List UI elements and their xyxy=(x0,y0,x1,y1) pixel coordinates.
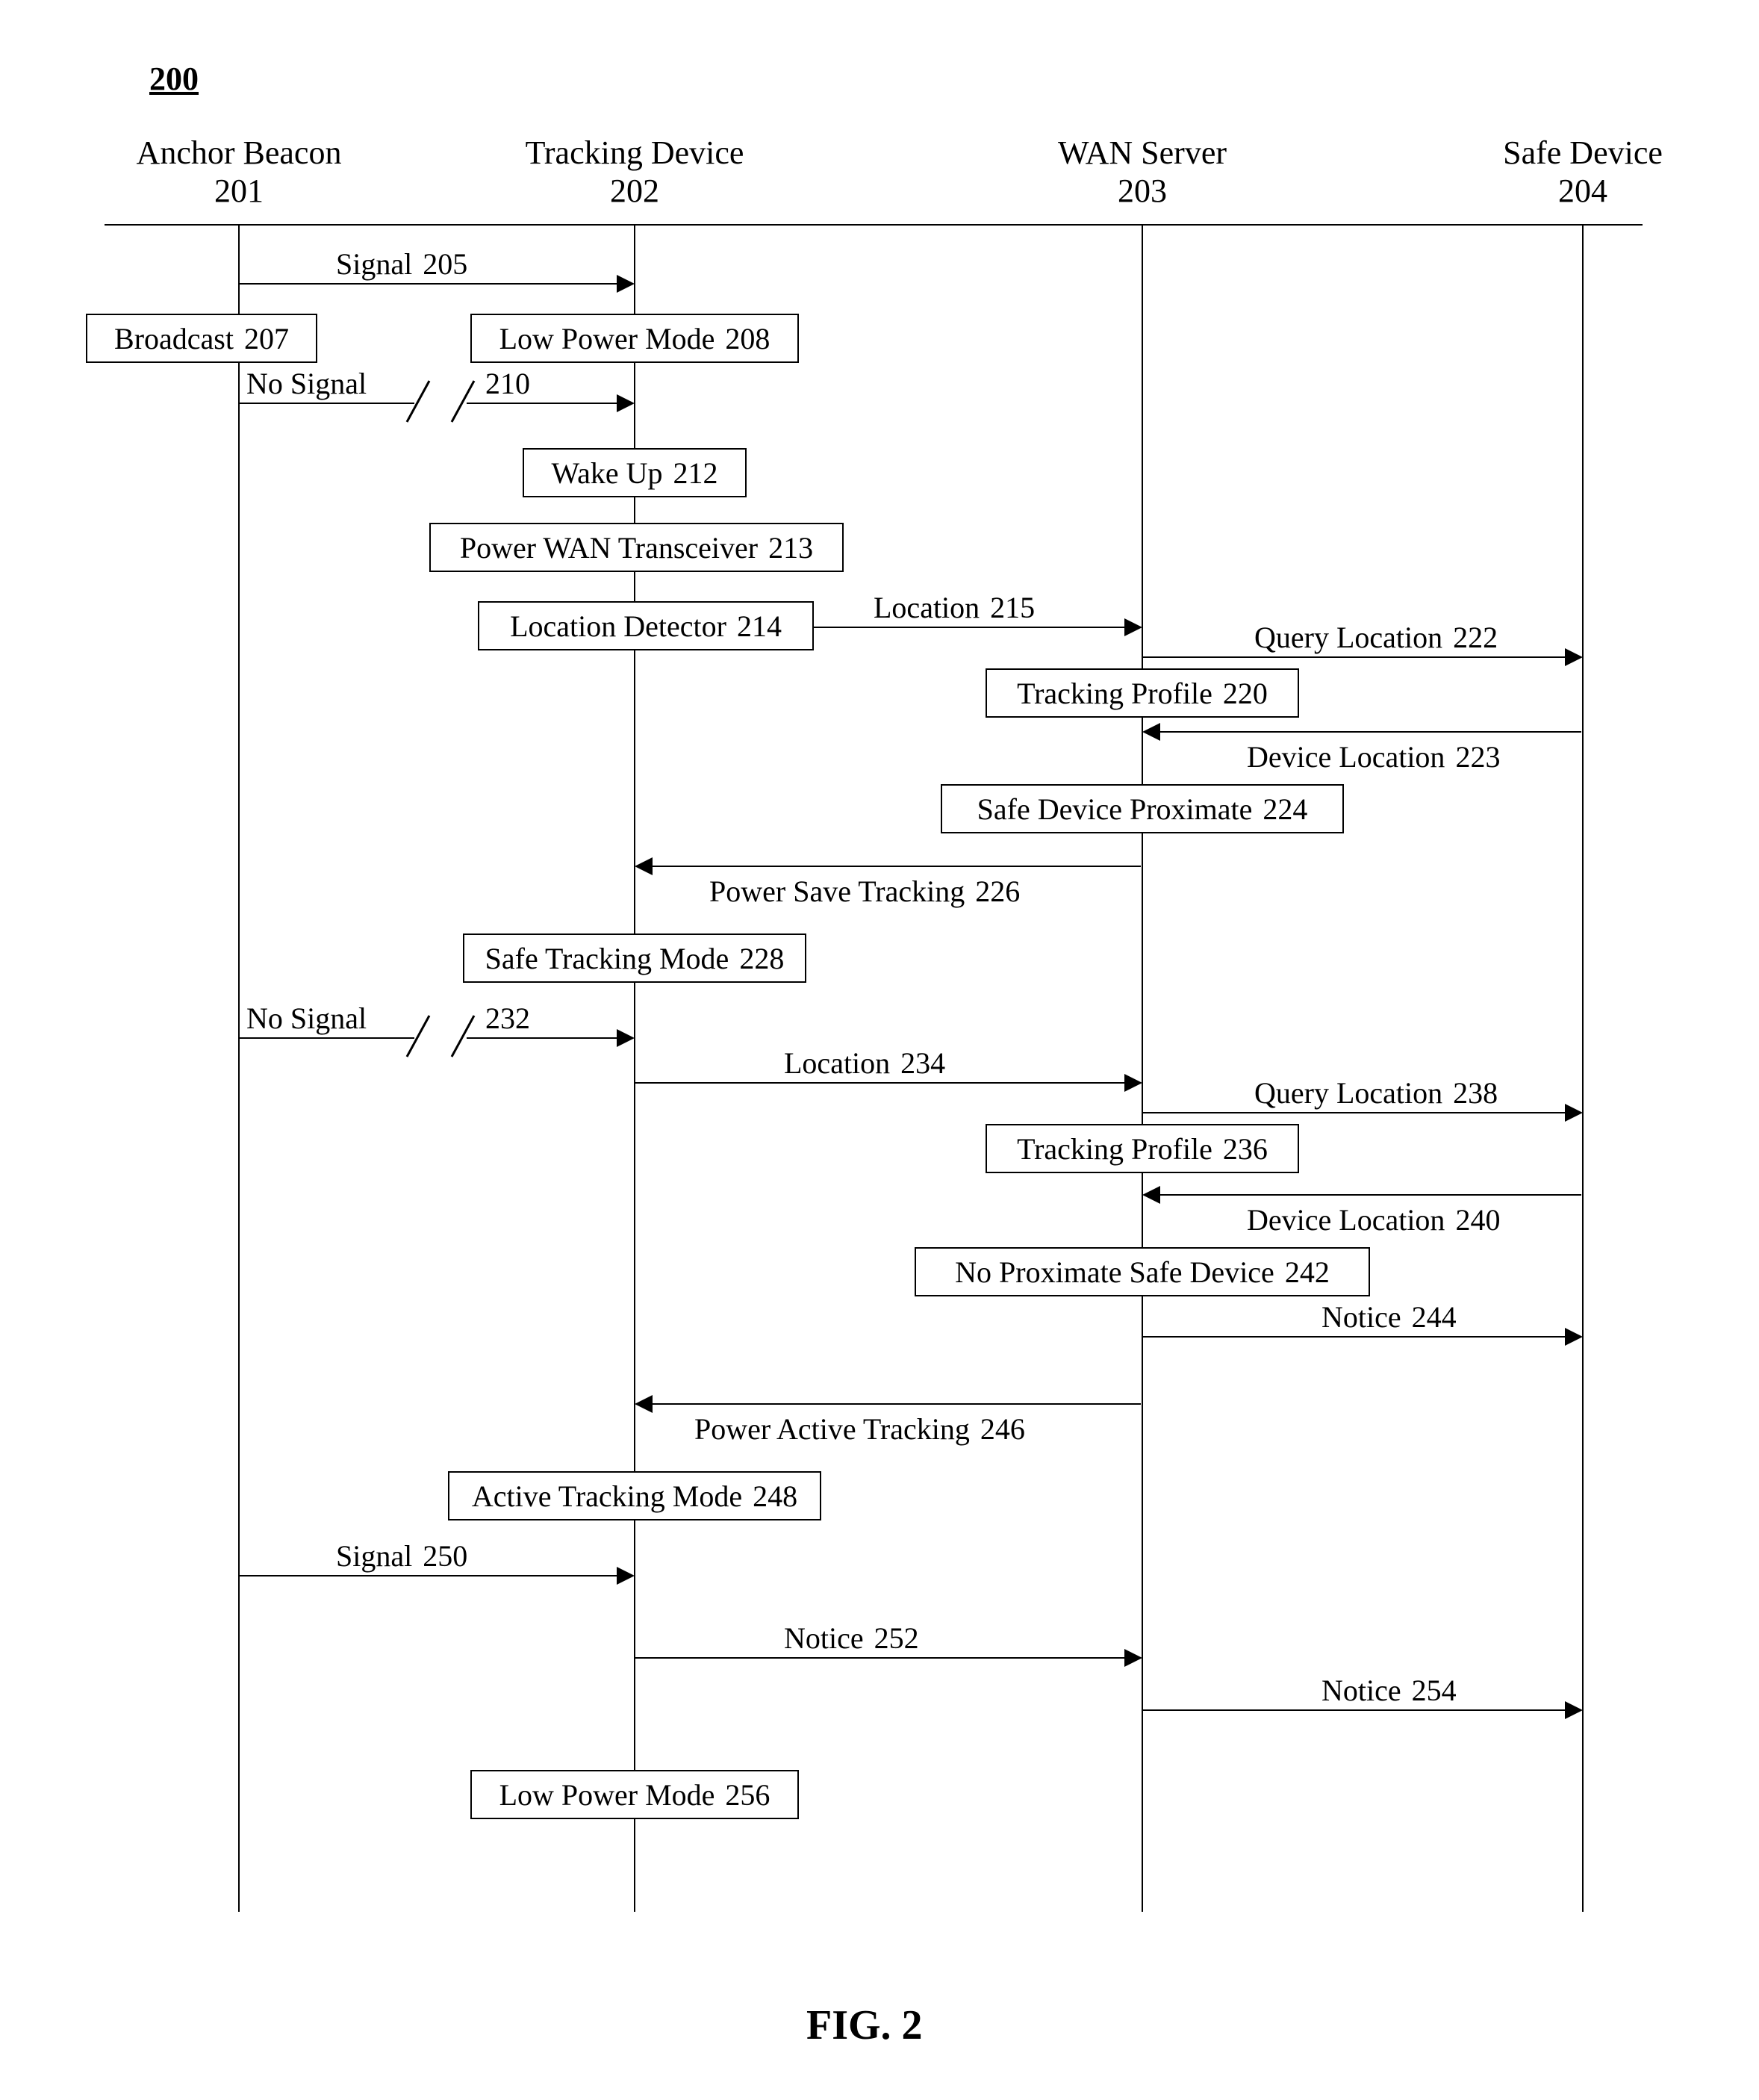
lifeline-anchor xyxy=(238,226,240,1912)
msg-query-238: Query Location238 xyxy=(1254,1075,1498,1110)
msg-signal-205: Signal205 xyxy=(336,246,467,282)
lane-title: Tracking Device xyxy=(526,134,744,171)
box-broadcast-207: Broadcast207 xyxy=(86,314,317,363)
msg-query-222: Query Location222 xyxy=(1254,620,1498,655)
msg-powersave-226: Power Save Tracking226 xyxy=(709,874,1020,909)
msg-nosignal-210-num: 210 xyxy=(485,366,530,401)
box-safeproximate-224: Safe Device Proximate224 xyxy=(941,784,1344,833)
lane-header-anchor: Anchor Beacon 201 xyxy=(119,134,358,210)
lifeline-safe xyxy=(1582,226,1584,1912)
msg-nosignal-210: No Signal xyxy=(246,366,367,401)
box-lowpower-208: Low Power Mode208 xyxy=(470,314,799,363)
lane-id: 204 xyxy=(1471,173,1695,211)
msg-nosignal-232-num: 232 xyxy=(485,1001,530,1036)
msg-signal-250: Signal250 xyxy=(336,1538,467,1574)
msg-notice-244: Notice244 xyxy=(1321,1299,1457,1335)
lane-id: 201 xyxy=(119,173,358,211)
box-locdetector-214: Location Detector214 xyxy=(478,601,814,650)
lifeline-wan xyxy=(1142,226,1143,1912)
msg-notice-254: Notice254 xyxy=(1321,1673,1457,1708)
msg-devloc-223: Device Location223 xyxy=(1247,739,1500,774)
lane-title: Safe Device xyxy=(1503,134,1663,171)
lane-id: 202 xyxy=(508,173,762,211)
lane-title: WAN Server xyxy=(1058,134,1227,171)
lane-header-safe: Safe Device 204 xyxy=(1471,134,1695,210)
box-powerwan-213: Power WAN Transceiver213 xyxy=(429,523,844,572)
box-safemode-228: Safe Tracking Mode228 xyxy=(463,933,806,983)
lane-header-tracking: Tracking Device 202 xyxy=(508,134,762,210)
box-lowpower-256: Low Power Mode256 xyxy=(470,1770,799,1819)
msg-nosignal-232: No Signal xyxy=(246,1001,367,1036)
figure-number: 200 xyxy=(149,60,199,98)
header-divider xyxy=(105,224,1643,226)
msg-location-215: Location215 xyxy=(874,590,1035,625)
figure-caption: FIG. 2 xyxy=(806,2001,923,2049)
msg-notice-252: Notice252 xyxy=(784,1621,919,1656)
box-wakeup-212: Wake Up212 xyxy=(523,448,747,497)
box-trackprofile-220: Tracking Profile220 xyxy=(986,668,1299,718)
lane-id: 203 xyxy=(1023,173,1262,211)
msg-location-234: Location234 xyxy=(784,1046,945,1081)
box-trackprofile-236: Tracking Profile236 xyxy=(986,1124,1299,1173)
lane-title: Anchor Beacon xyxy=(137,134,342,171)
box-activemode-248: Active Tracking Mode248 xyxy=(448,1471,821,1520)
msg-devloc-240: Device Location240 xyxy=(1247,1202,1500,1237)
box-noproximate-242: No Proximate Safe Device242 xyxy=(915,1247,1370,1296)
sequence-diagram: 200 Anchor Beacon 201 Tracking Device 20… xyxy=(0,0,1759,2100)
msg-poweractive-246: Power Active Tracking246 xyxy=(694,1411,1025,1447)
lane-header-wan: WAN Server 203 xyxy=(1023,134,1262,210)
